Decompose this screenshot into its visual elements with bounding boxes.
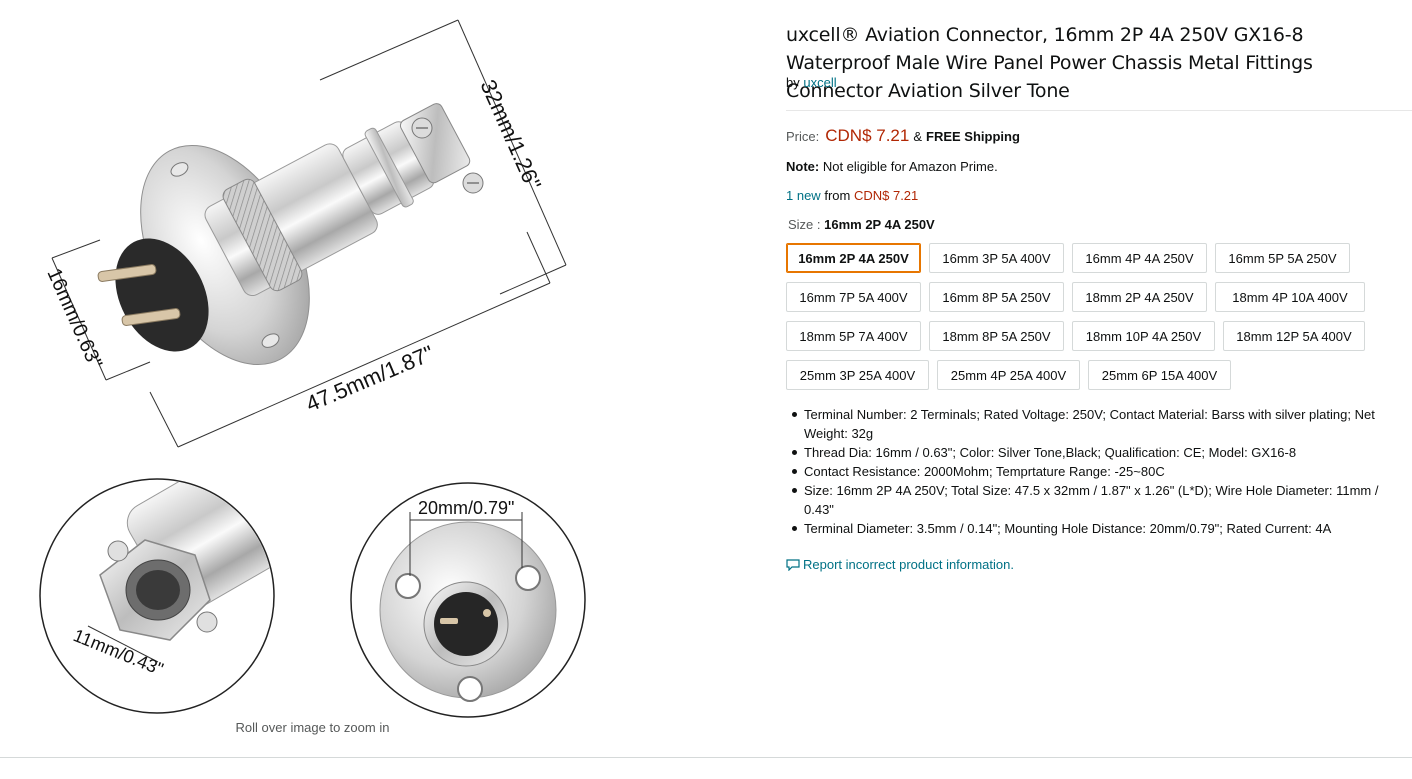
comment-icon	[786, 558, 800, 571]
product-image[interactable]: 47.5mm/1.87" 32mm/1.26" 16mm/0.63" 11mm/…	[0, 0, 640, 745]
note-label: Note:	[786, 159, 820, 174]
price-amp: &	[913, 129, 923, 144]
front-face-detail	[350, 482, 586, 718]
zoom-hint: Roll over image to zoom in	[235, 720, 390, 735]
by-label: by	[786, 75, 800, 90]
variation-row: 16mm 2P 4A 250V 16mm 3P 5A 400V 16mm 4P …	[786, 243, 1350, 273]
feature-bullet: Thread Dia: 16mm / 0.63"; Color: Silver …	[786, 443, 1406, 462]
size-option[interactable]: 16mm 3P 5A 400V	[929, 243, 1064, 273]
free-shipping-link[interactable]: FREE Shipping	[926, 129, 1020, 144]
size-option[interactable]: 18mm 4P 10A 400V	[1215, 282, 1365, 312]
size-option[interactable]: 18mm 2P 4A 250V	[1072, 282, 1207, 312]
new-offers-link[interactable]: 1 new	[786, 188, 821, 203]
variation-row: 16mm 7P 5A 400V 16mm 8P 5A 250V 18mm 2P …	[786, 282, 1365, 312]
feature-bullet: Terminal Diameter: 3.5mm / 0.14"; Mounti…	[786, 519, 1406, 538]
size-option[interactable]: 18mm 8P 5A 250V	[929, 321, 1064, 351]
price-value: CDN$ 7.21	[825, 126, 910, 145]
offers-from: from	[824, 188, 851, 203]
size-option[interactable]: 16mm 8P 5A 250V	[929, 282, 1064, 312]
product-image-panel[interactable]: 47.5mm/1.87" 32mm/1.26" 16mm/0.63" 11mm/…	[0, 0, 640, 745]
size-option[interactable]: 18mm 5P 7A 400V	[786, 321, 921, 351]
dim-mount-label: 20mm/0.79"	[418, 498, 514, 518]
size-selected: 16mm 2P 4A 250V	[824, 217, 935, 232]
divider	[786, 110, 1412, 111]
size-option[interactable]: 16mm 4P 4A 250V	[1072, 243, 1207, 273]
variation-row: 18mm 5P 7A 400V 18mm 8P 5A 250V 18mm 10P…	[786, 321, 1365, 351]
dim-length-label: 47.5mm/1.87"	[302, 340, 437, 416]
size-option[interactable]: 16mm 5P 5A 250V	[1215, 243, 1350, 273]
price-label: Price:	[786, 129, 820, 144]
feature-bullet: Size: 16mm 2P 4A 250V; Total Size: 47.5 …	[786, 481, 1406, 519]
feature-bullet: Terminal Number: 2 Terminals; Rated Volt…	[786, 405, 1406, 443]
note-row: Note: Not eligible for Amazon Prime.	[786, 159, 998, 174]
dim-thread-label: 16mm/0.63"	[42, 265, 106, 372]
byline: by uxcell	[786, 75, 837, 90]
feature-bullet: Contact Resistance: 2000Mohm; Temprtatur…	[786, 462, 1406, 481]
size-selection-label: Size : 16mm 2P 4A 250V	[788, 217, 935, 232]
size-option[interactable]: 25mm 6P 15A 400V	[1088, 360, 1231, 390]
offers-price: CDN$ 7.21	[853, 188, 919, 203]
size-option[interactable]: 18mm 10P 4A 250V	[1072, 321, 1215, 351]
report-incorrect-link[interactable]: Report incorrect product information.	[786, 557, 1014, 572]
brand-link[interactable]: uxcell	[803, 75, 836, 90]
rear-nut-detail	[39, 478, 275, 714]
size-label: Size :	[788, 217, 821, 232]
feature-bullets: Terminal Number: 2 Terminals; Rated Volt…	[786, 405, 1406, 538]
dim-diameter-label: 32mm/1.26"	[475, 76, 546, 194]
variation-row: 25mm 3P 25A 400V 25mm 4P 25A 400V 25mm 6…	[786, 360, 1231, 390]
size-option[interactable]: 25mm 3P 25A 400V	[786, 360, 929, 390]
offers-row: 1 new from CDN$ 7.21	[786, 188, 918, 203]
price-row: Price: CDN$ 7.21 & FREE Shipping	[786, 126, 1020, 146]
size-option[interactable]: 25mm 4P 25A 400V	[937, 360, 1080, 390]
size-option-selected[interactable]: 16mm 2P 4A 250V	[786, 243, 921, 273]
size-option[interactable]: 18mm 12P 5A 400V	[1223, 321, 1365, 351]
size-option[interactable]: 16mm 7P 5A 400V	[786, 282, 921, 312]
note-text: Not eligible for Amazon Prime.	[822, 159, 998, 174]
bottom-divider	[0, 757, 1412, 758]
product-title: uxcell® Aviation Connector, 16mm 2P 4A 2…	[786, 24, 1313, 102]
report-text[interactable]: Report incorrect product information.	[803, 557, 1014, 572]
